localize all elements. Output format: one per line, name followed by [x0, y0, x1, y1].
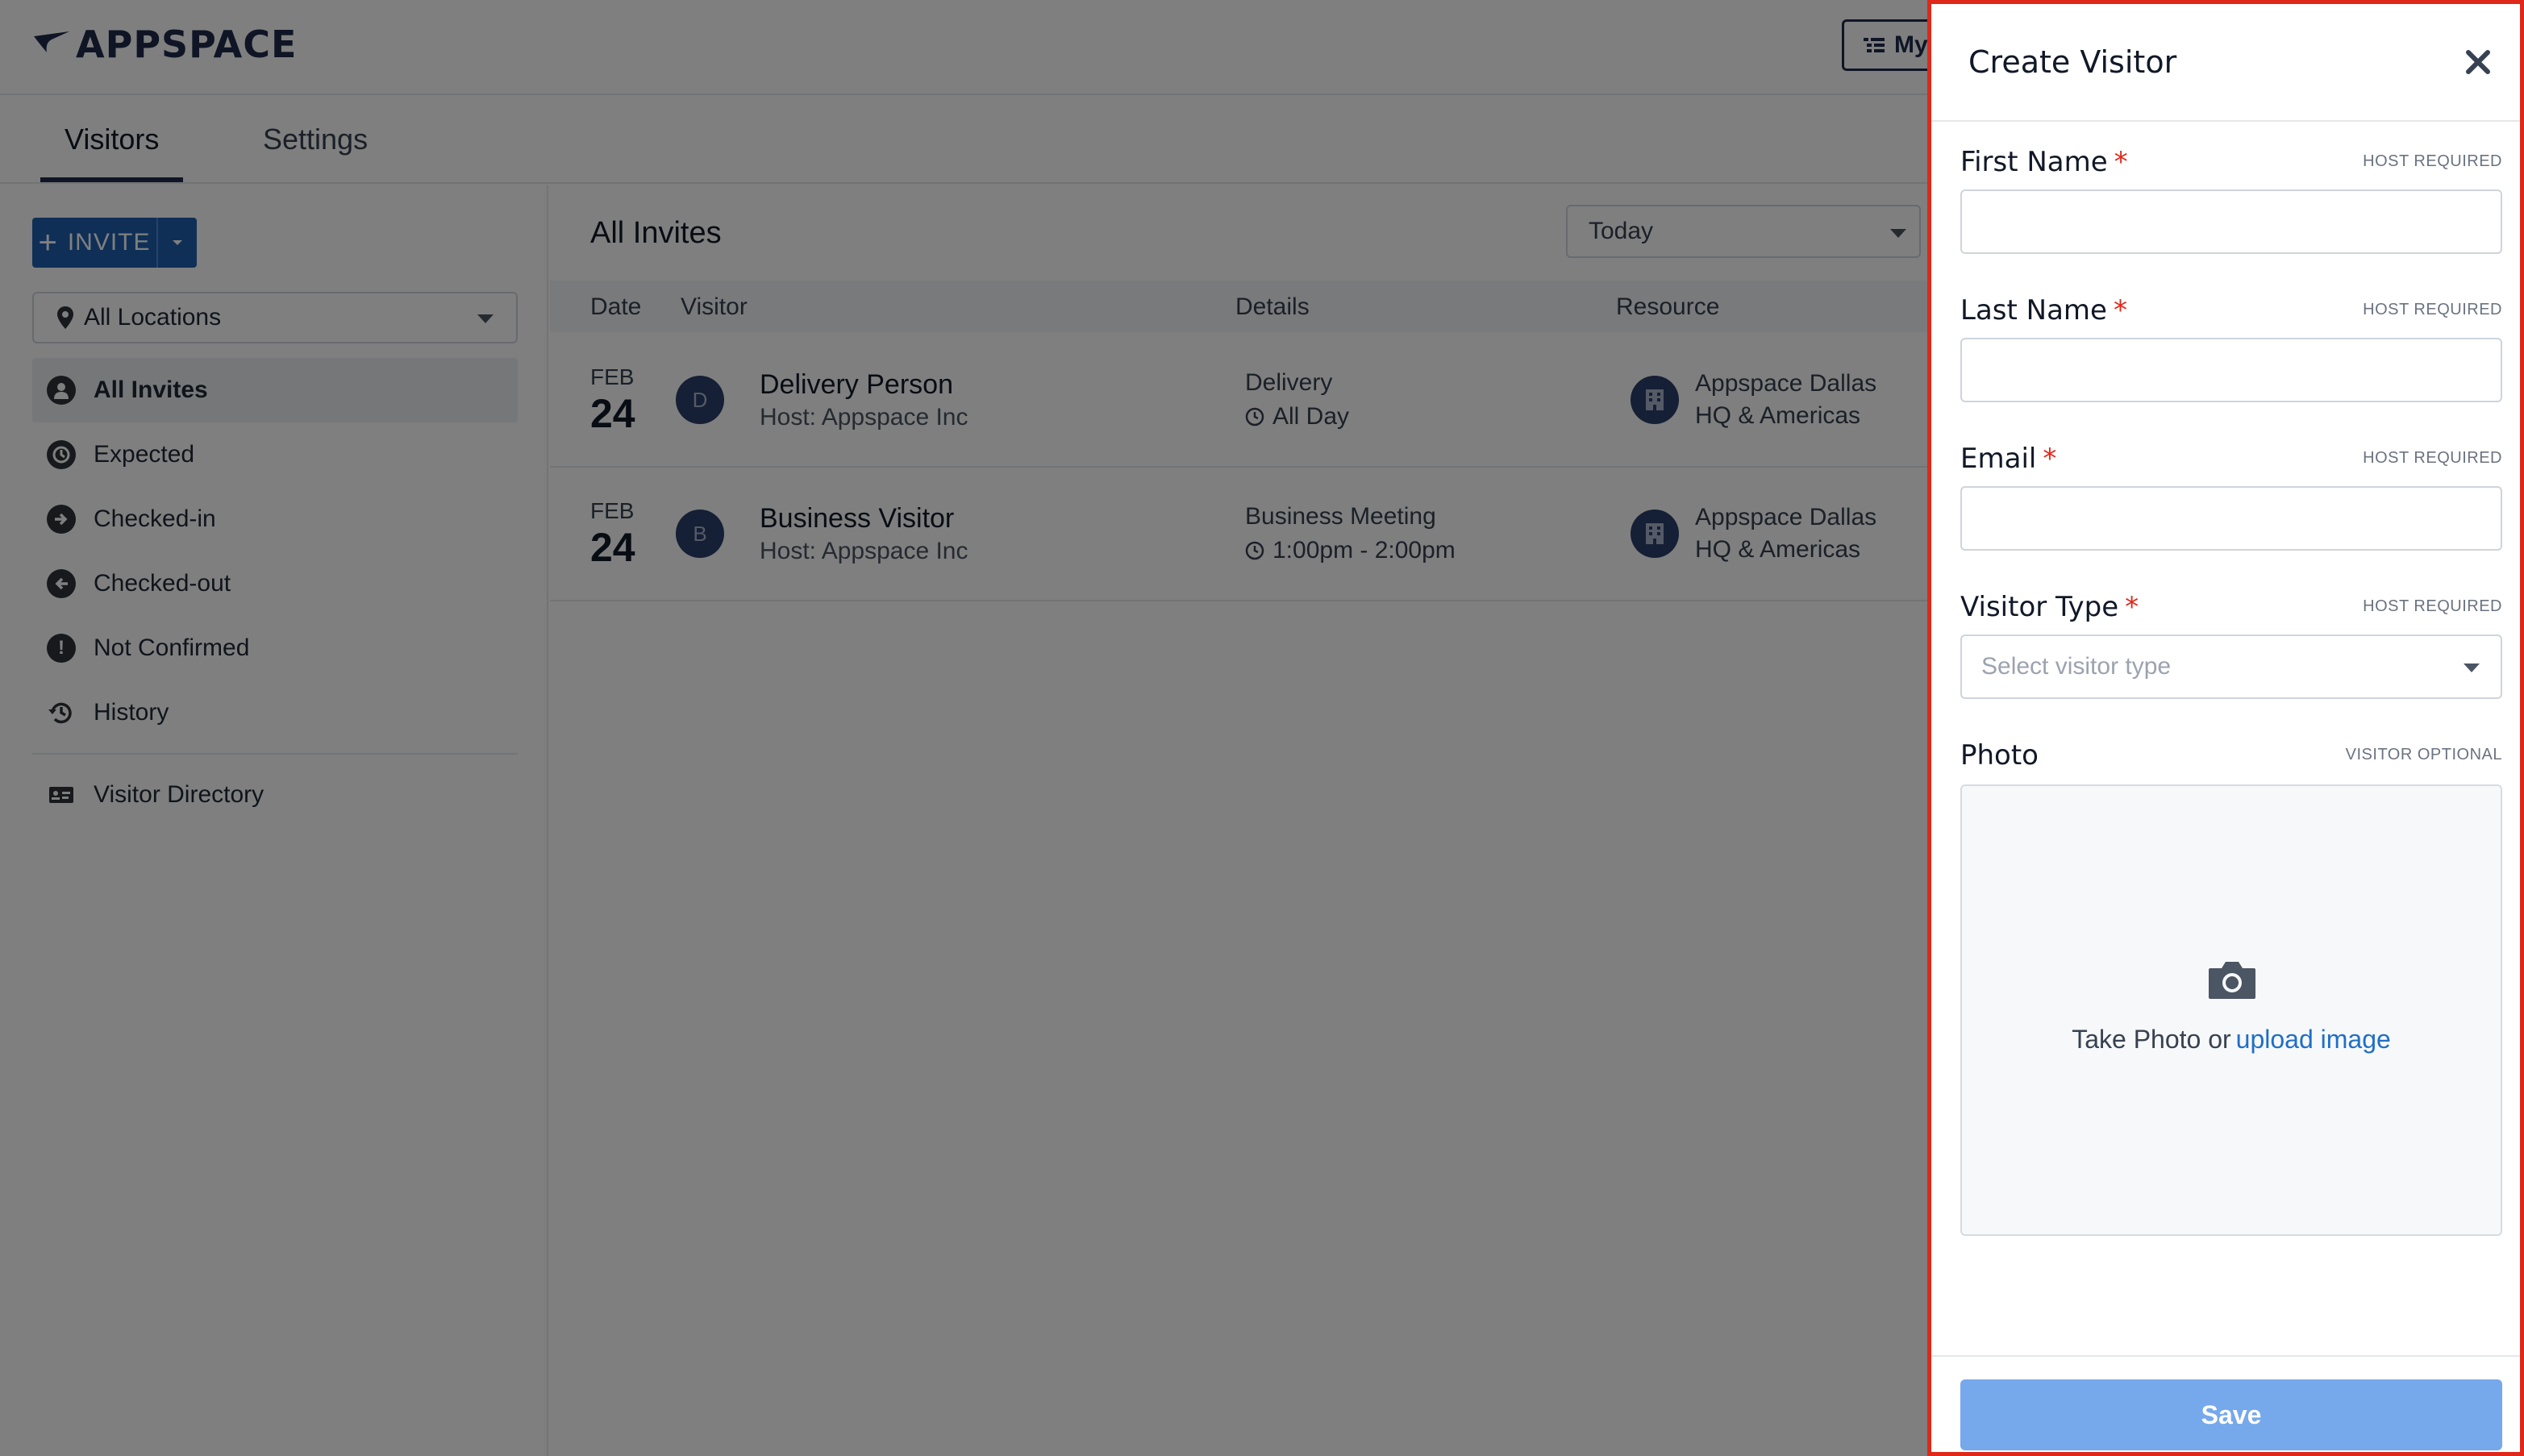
camera-icon[interactable]: [2207, 959, 2257, 1000]
visitor-type-select[interactable]: Select visitor type: [1960, 634, 2502, 699]
close-icon[interactable]: [2462, 46, 2494, 78]
first-name-input[interactable]: [1960, 189, 2502, 254]
modal-backdrop[interactable]: [0, 0, 1927, 1456]
field-requirement-tag: HOST REQUIRED: [2363, 301, 2502, 318]
field-requirement-tag: HOST REQUIRED: [2363, 152, 2502, 170]
visitor-type-field: Visitor Type * HOST REQUIRED Select visit…: [1960, 591, 2502, 699]
photo-instructions: Take Photo or upload image: [1962, 1025, 2501, 1055]
first-name-field: First Name * HOST REQUIRED: [1960, 146, 2502, 254]
visitor-type-placeholder: Select visitor type: [1981, 653, 2172, 680]
field-label-text: Email: [1960, 443, 2037, 475]
photo-dropzone[interactable]: Take Photo or upload image: [1960, 784, 2502, 1236]
save-button[interactable]: Save: [1960, 1379, 2502, 1450]
upload-image-link[interactable]: upload image: [2236, 1025, 2391, 1054]
drawer-header: Create Visitor: [1931, 4, 2520, 122]
last-name-field: Last Name * HOST REQUIRED: [1960, 294, 2502, 402]
required-asterisk: *: [2043, 443, 2057, 475]
field-requirement-tag: HOST REQUIRED: [2363, 449, 2502, 467]
email-field: Email * HOST REQUIRED: [1960, 443, 2502, 551]
required-asterisk: *: [2125, 591, 2139, 623]
email-input[interactable]: [1960, 486, 2502, 551]
create-visitor-drawer: Create Visitor First Name * HOST REQUIRED…: [1927, 0, 2524, 1456]
caret-down-icon: [2464, 664, 2480, 672]
field-label-text: Visitor Type: [1960, 591, 2119, 623]
last-name-input[interactable]: [1960, 338, 2502, 402]
field-requirement-tag: VISITOR OPTIONAL: [2345, 746, 2502, 763]
drawer-footer-divider: [1931, 1355, 2520, 1357]
required-asterisk: *: [2113, 294, 2127, 327]
drawer-title: Create Visitor: [1968, 44, 2177, 80]
photo-field: Photo VISITOR OPTIONAL Take Photo or uplo…: [1960, 739, 2502, 1236]
required-asterisk: *: [2114, 146, 2128, 178]
field-label-text: Last Name: [1960, 294, 2107, 327]
field-label-text: First Name: [1960, 146, 2108, 178]
take-photo-text[interactable]: Take Photo or: [2072, 1025, 2230, 1054]
field-requirement-tag: HOST REQUIRED: [2363, 597, 2502, 615]
